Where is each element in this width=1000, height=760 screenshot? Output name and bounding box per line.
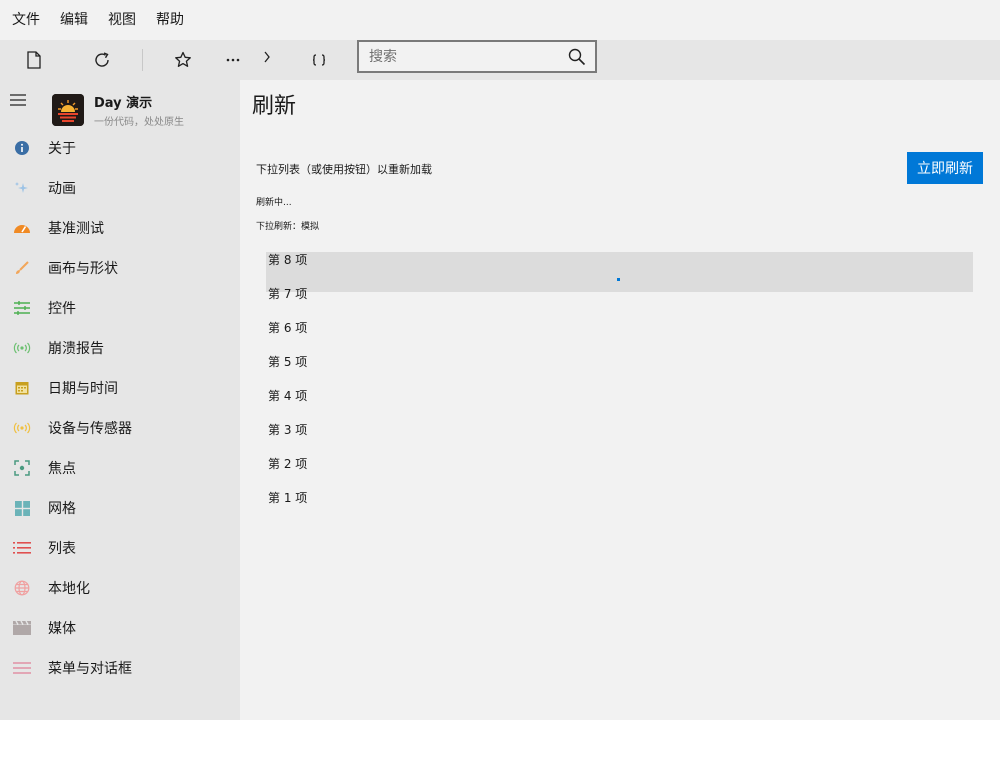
sidebar-item-label: 本地化 (48, 581, 90, 597)
app-window: 文件 编辑 视图 帮助 搜索 Day 演示 一份代码，处处原生 关于 动画 基准… (0, 0, 1000, 720)
sensor-icon (12, 418, 32, 438)
sidebar-item-animation[interactable]: 动画 (0, 168, 240, 208)
refresh-icon (95, 52, 109, 67)
focus-icon (12, 458, 32, 478)
nav-list: 关于 动画 基准测试 画布与形状 控件 崩溃报告 日期与时间 设备与传感器 焦点… (0, 128, 240, 688)
sidebar-item-label: 设备与传感器 (48, 421, 132, 437)
sidebar-item-list[interactable]: 列表 (0, 528, 240, 568)
list-item[interactable]: 第 4 项 (268, 379, 307, 413)
menu-icon (12, 658, 32, 678)
hamburger-button[interactable] (10, 91, 30, 107)
sidebar-item-label: 菜单与对话框 (48, 661, 132, 677)
sidebar-item-label: 媒体 (48, 621, 76, 637)
list-icon (12, 538, 32, 558)
refresh-status: 刷新中... (256, 198, 292, 208)
sidebar-item-date-time[interactable]: 日期与时间 (0, 368, 240, 408)
sidebar-item-label: 列表 (48, 541, 76, 557)
sidebar-item-label: 崩溃报告 (48, 341, 104, 357)
sidebar-item-grid[interactable]: 网格 (0, 488, 240, 528)
refresh-now-button[interactable]: 立即刷新 (907, 152, 983, 184)
search-box (357, 40, 597, 73)
expand-button[interactable] (247, 40, 287, 74)
progress-ring (617, 278, 620, 281)
list-item[interactable]: 第 8 项 (268, 243, 307, 277)
braces-icon (312, 54, 326, 66)
list-item[interactable]: 第 6 项 (268, 311, 307, 345)
calendar-icon (12, 378, 32, 398)
info-icon (12, 138, 32, 158)
clapper-icon (12, 618, 32, 638)
sidebar: Day 演示 一份代码，处处原生 关于 动画 基准测试 画布与形状 控件 崩溃报… (0, 80, 240, 720)
menu-view[interactable]: 视图 (98, 0, 146, 40)
sidebar-item-focus[interactable]: 焦点 (0, 448, 240, 488)
menu-file[interactable]: 文件 (2, 0, 50, 40)
list-item[interactable]: 第 5 项 (268, 345, 307, 379)
sidebar-item-media[interactable]: 媒体 (0, 608, 240, 648)
gauge-icon (12, 218, 32, 238)
sidebar-item-label: 日期与时间 (48, 381, 118, 397)
item-list[interactable]: 第 8 项 第 7 项 第 6 项 第 5 项 第 4 项 第 3 项 第 2 … (268, 243, 307, 515)
sidebar-item-label: 焦点 (48, 461, 76, 477)
menu-bar: 文件 编辑 视图 帮助 (0, 0, 1000, 40)
new-document-icon (27, 51, 41, 69)
app-header: Day 演示 一份代码，处处原生 (52, 92, 184, 128)
app-slogan: 一份代码，处处原生 (94, 117, 184, 128)
new-document-button[interactable] (14, 40, 54, 80)
toolbar-separator (142, 49, 143, 71)
menu-edit[interactable]: 编辑 (50, 0, 98, 40)
sidebar-item-controls[interactable]: 控件 (0, 288, 240, 328)
toolbar (0, 40, 1000, 80)
app-logo (52, 94, 84, 126)
chevron-right-icon (264, 51, 270, 63)
sidebar-item-label: 画布与形状 (48, 261, 118, 277)
refresh-button[interactable] (82, 40, 122, 80)
sidebar-item-label: 关于 (48, 141, 76, 157)
sidebar-item-label: 控件 (48, 301, 76, 317)
favorite-button[interactable] (163, 40, 203, 80)
app-name: Day 演示 (94, 96, 153, 111)
page-description: 下拉列表（或使用按钮）以重新加载 (256, 163, 432, 176)
grid-icon (12, 498, 32, 518)
more-icon (226, 58, 240, 62)
sidebar-item-localization[interactable]: 本地化 (0, 568, 240, 608)
sliders-icon (12, 298, 32, 318)
main-content: 刷新 下拉列表（或使用按钮）以重新加载 立即刷新 刷新中... 下拉刷新：模拟 … (240, 80, 1000, 720)
list-item[interactable]: 第 7 项 (268, 277, 307, 311)
refresh-indicator (266, 252, 973, 292)
brush-icon (12, 258, 32, 278)
star-icon (175, 51, 191, 67)
sidebar-item-benchmark[interactable]: 基准测试 (0, 208, 240, 248)
broadcast-icon (12, 338, 32, 358)
sidebar-item-crash-report[interactable]: 崩溃报告 (0, 328, 240, 368)
sidebar-item-label: 动画 (48, 181, 76, 197)
list-item[interactable]: 第 3 项 (268, 413, 307, 447)
sidebar-item-label: 基准测试 (48, 221, 104, 237)
code-button[interactable] (299, 40, 339, 80)
search-button[interactable] (559, 42, 595, 71)
list-item[interactable]: 第 1 项 (268, 481, 307, 515)
list-item[interactable]: 第 2 项 (268, 447, 307, 481)
sidebar-item-label: 网格 (48, 501, 76, 517)
sparkle-icon (12, 178, 32, 198)
hamburger-icon (10, 94, 26, 106)
sidebar-item-canvas[interactable]: 画布与形状 (0, 248, 240, 288)
page-title: 刷新 (252, 94, 297, 119)
sidebar-item-about[interactable]: 关于 (0, 128, 240, 168)
sidebar-item-menus-dialogs[interactable]: 菜单与对话框 (0, 648, 240, 688)
menu-help[interactable]: 帮助 (146, 0, 194, 40)
pull-status: 下拉刷新：模拟 (256, 222, 320, 232)
search-icon (568, 48, 586, 65)
search-input[interactable] (359, 42, 559, 71)
globe-icon (12, 578, 32, 598)
sidebar-item-devices-sensors[interactable]: 设备与传感器 (0, 408, 240, 448)
